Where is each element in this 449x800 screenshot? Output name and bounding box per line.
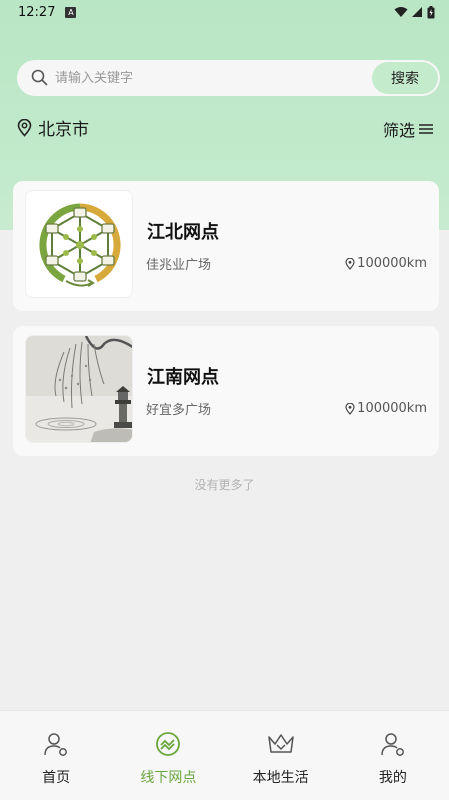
branch-card[interactable]: 江南网点 好宜多广场 100000km [13,326,439,456]
branch-name: 江北网点 [147,222,219,243]
ink-painting-image [26,336,132,442]
branch-card[interactable]: 江北网点 佳兆业广场 100000km [13,181,439,311]
tab-mine[interactable]: 我的 [337,711,449,800]
tab-label: 线下网点 [140,770,197,786]
signal-icon [412,7,422,17]
network-icon [156,732,181,756]
location-city: 北京市 [38,120,89,140]
menu-lines-icon [419,124,433,134]
wifi-icon [394,7,408,17]
tab-local-life[interactable]: 本地生活 [225,711,337,800]
location-pin-icon [17,118,32,137]
branch-thumbnail [25,190,133,298]
search-input[interactable] [55,60,355,96]
status-time: 12:27 [18,4,56,20]
branch-address: 佳兆业广场 [146,258,212,273]
branch-distance-value: 100000km [357,256,427,271]
branch-address: 好宜多广场 [146,403,212,418]
branch-thumbnail [25,335,133,443]
branch-distance-value: 100000km [357,401,427,416]
tab-label: 首页 [42,770,71,786]
location-pin-icon [345,257,355,270]
person-icon [44,733,68,756]
tab-offline-branches[interactable]: 线下网点 [112,711,224,800]
person-icon [381,733,404,756]
status-indicators [394,5,435,19]
crown-icon [267,734,294,753]
branch-distance: 100000km [345,256,427,271]
bottom-tab-bar: 首页 线下网点 本地生活 我的 [0,710,449,800]
network-logo-icon [39,203,121,287]
battery-icon [427,5,435,18]
location-pin-icon [345,402,355,415]
branch-name: 江南网点 [147,367,219,388]
location-selector[interactable]: 北京市 [17,115,89,140]
notification-a-icon: A [65,6,77,18]
list-end-text: 没有更多了 [194,478,255,492]
filter-button[interactable]: 筛选 [383,117,433,141]
branch-distance: 100000km [345,401,427,416]
filter-label: 筛选 [382,121,415,140]
status-bar: 12:27 A [0,0,449,24]
tab-home[interactable]: 首页 [0,711,112,800]
search-icon [31,69,48,86]
search-bar: 搜索 [17,60,440,96]
tab-label: 我的 [378,770,407,786]
search-button[interactable]: 搜索 [372,62,438,94]
tab-label: 本地生活 [252,770,309,786]
